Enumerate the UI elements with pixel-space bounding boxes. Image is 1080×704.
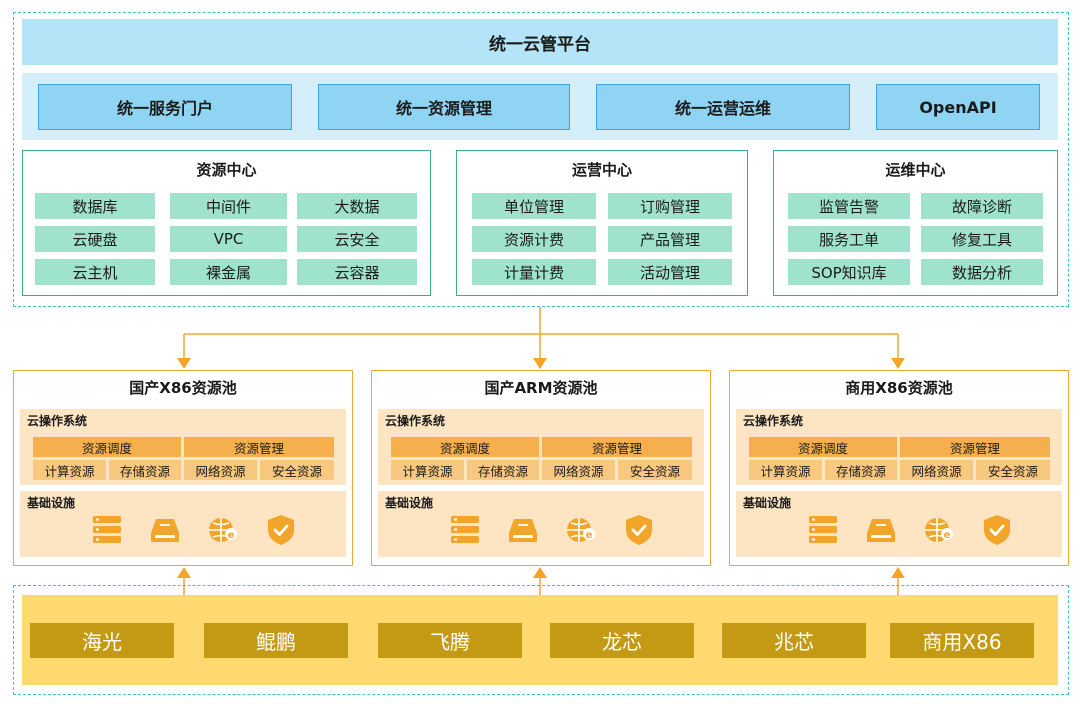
- resource-item-bigdata[interactable]: 大数据: [297, 193, 417, 219]
- compute-resource-chip[interactable]: 计算资源: [749, 460, 822, 480]
- resource-management-chip[interactable]: 资源管理: [184, 437, 334, 457]
- storage-resource-chip[interactable]: 存储资源: [825, 460, 897, 480]
- cloud-os-panel: 云操作系统 资源调度 资源管理 计算资源 存储资源 网络资源 安全资源: [736, 409, 1062, 485]
- resource-scheduling-chip[interactable]: 资源调度: [749, 437, 897, 457]
- infrastructure-panel: 基础设施 e: [736, 491, 1062, 557]
- chip-phytium[interactable]: 飞腾: [378, 623, 522, 658]
- resource-item-cloud-disk[interactable]: 云硬盘: [35, 226, 155, 252]
- resource-item-bare-metal[interactable]: 裸金属: [170, 259, 287, 285]
- chip-hygon[interactable]: 海光: [30, 623, 174, 658]
- chip-kunpeng[interactable]: 鲲鹏: [204, 623, 348, 658]
- security-resource-chip[interactable]: 安全资源: [976, 460, 1050, 480]
- platform-title: 统一云管平台: [22, 19, 1058, 65]
- storage-drive-icon: [867, 519, 895, 542]
- portal-resource-button[interactable]: 统一资源管理: [318, 84, 570, 130]
- om-center-title: 运维中心: [885, 161, 946, 179]
- infrastructure-label: 基础设施: [27, 496, 76, 510]
- server-rack-icon: [93, 516, 121, 543]
- resource-scheduling-chip[interactable]: 资源调度: [33, 437, 181, 457]
- pool-title: 商用X86资源池: [845, 379, 953, 397]
- compute-resource-chip[interactable]: 计算资源: [391, 460, 464, 480]
- chip-loongson[interactable]: 龙芯: [550, 623, 694, 658]
- storage-drive-icon: [151, 519, 179, 542]
- security-resource-chip[interactable]: 安全资源: [618, 460, 692, 480]
- om-item-service-ticket[interactable]: 服务工单: [788, 226, 910, 252]
- security-resource-chip[interactable]: 安全资源: [260, 460, 334, 480]
- infrastructure-label: 基础设施: [385, 496, 434, 510]
- network-resource-chip[interactable]: 网络资源: [542, 460, 615, 480]
- storage-resource-chip[interactable]: 存储资源: [467, 460, 539, 480]
- svg-text:e: e: [586, 530, 593, 541]
- om-item-fault-diagnosis[interactable]: 故障诊断: [921, 193, 1043, 219]
- resource-center: 资源中心 数据库 中间件 大数据 云硬盘 VPC 云安全 云主机 裸金属 云容器: [22, 150, 431, 296]
- chip-zhaoxin[interactable]: 兆芯: [722, 623, 866, 658]
- resource-center-title: 资源中心: [196, 161, 257, 179]
- resource-item-database[interactable]: 数据库: [35, 193, 155, 219]
- operation-item-unit-mgmt[interactable]: 单位管理: [472, 193, 596, 219]
- network-globe-icon: e: [567, 518, 595, 542]
- operation-item-activity-mgmt[interactable]: 活动管理: [608, 259, 732, 285]
- security-shield-icon: [268, 515, 294, 545]
- operation-center: 运营中心 单位管理 订购管理 资源计费 产品管理 计量计费 活动管理: [456, 150, 748, 296]
- cloud-os-panel: 云操作系统 资源调度 资源管理 计算资源 存储资源 网络资源 安全资源: [20, 409, 346, 485]
- om-item-sop-knowledge[interactable]: SOP知识库: [788, 259, 910, 285]
- portal-service-button[interactable]: 统一服务门户: [38, 84, 292, 130]
- resource-item-container[interactable]: 云容器: [297, 259, 417, 285]
- svg-text:e: e: [228, 530, 235, 541]
- resource-scheduling-chip[interactable]: 资源调度: [391, 437, 539, 457]
- network-resource-chip[interactable]: 网络资源: [900, 460, 973, 480]
- cloud-os-label: 云操作系统: [27, 414, 88, 428]
- resource-item-cloud-host[interactable]: 云主机: [35, 259, 155, 285]
- pool-title: 国产ARM资源池: [484, 379, 598, 397]
- infrastructure-label: 基础设施: [743, 496, 792, 510]
- network-globe-icon: e: [925, 518, 953, 542]
- operation-item-metering[interactable]: 计量计费: [472, 259, 596, 285]
- om-item-data-analysis[interactable]: 数据分析: [921, 259, 1043, 285]
- storage-resource-chip[interactable]: 存储资源: [109, 460, 181, 480]
- resource-item-middleware[interactable]: 中间件: [170, 193, 287, 219]
- resource-item-vpc[interactable]: VPC: [170, 226, 287, 252]
- network-resource-chip[interactable]: 网络资源: [184, 460, 257, 480]
- om-item-monitoring-alarm[interactable]: 监管告警: [788, 193, 910, 219]
- operation-center-title: 运营中心: [571, 161, 632, 179]
- operation-item-product-mgmt[interactable]: 产品管理: [608, 226, 732, 252]
- pool-title: 国产X86资源池: [129, 379, 237, 397]
- portal-ops-button[interactable]: 统一运营运维: [596, 84, 850, 130]
- storage-drive-icon: [509, 519, 537, 542]
- server-rack-icon: [451, 516, 479, 543]
- pool-commercial-x86: 商用X86资源池 云操作系统 资源调度 资源管理 计算资源 存储资源 网络资源 …: [729, 370, 1069, 566]
- cloud-os-label: 云操作系统: [743, 414, 804, 428]
- operation-item-order-mgmt[interactable]: 订购管理: [608, 193, 732, 219]
- resource-management-chip[interactable]: 资源管理: [542, 437, 692, 457]
- operation-item-resource-billing[interactable]: 资源计费: [472, 226, 596, 252]
- infrastructure-panel: 基础设施 e: [378, 491, 704, 557]
- cloud-os-panel: 云操作系统 资源调度 资源管理 计算资源 存储资源 网络资源 安全资源: [378, 409, 704, 485]
- compute-resource-chip[interactable]: 计算资源: [33, 460, 106, 480]
- infrastructure-panel: 基础设施 e: [20, 491, 346, 557]
- om-item-repair-tool[interactable]: 修复工具: [921, 226, 1043, 252]
- pool-domestic-x86: 国产X86资源池 云操作系统 资源调度 资源管理 计算资源 存储资源 网络资源 …: [13, 370, 353, 566]
- pool-domestic-arm: 国产ARM资源池 云操作系统 资源调度 资源管理 计算资源 存储资源 网络资源 …: [371, 370, 711, 566]
- portal-openapi-button[interactable]: OpenAPI: [876, 84, 1040, 130]
- cloud-os-label: 云操作系统: [385, 414, 446, 428]
- resource-management-chip[interactable]: 资源管理: [900, 437, 1050, 457]
- chip-commercial-x86[interactable]: 商用X86: [890, 623, 1034, 658]
- security-shield-icon: [626, 515, 652, 545]
- security-shield-icon: [984, 515, 1010, 545]
- server-rack-icon: [809, 516, 837, 543]
- network-globe-icon: e: [209, 518, 237, 542]
- svg-text:e: e: [944, 530, 951, 541]
- resource-item-cloud-security[interactable]: 云安全: [297, 226, 417, 252]
- om-center: 运维中心 监管告警 故障诊断 服务工单 修复工具 SOP知识库 数据分析: [773, 150, 1058, 296]
